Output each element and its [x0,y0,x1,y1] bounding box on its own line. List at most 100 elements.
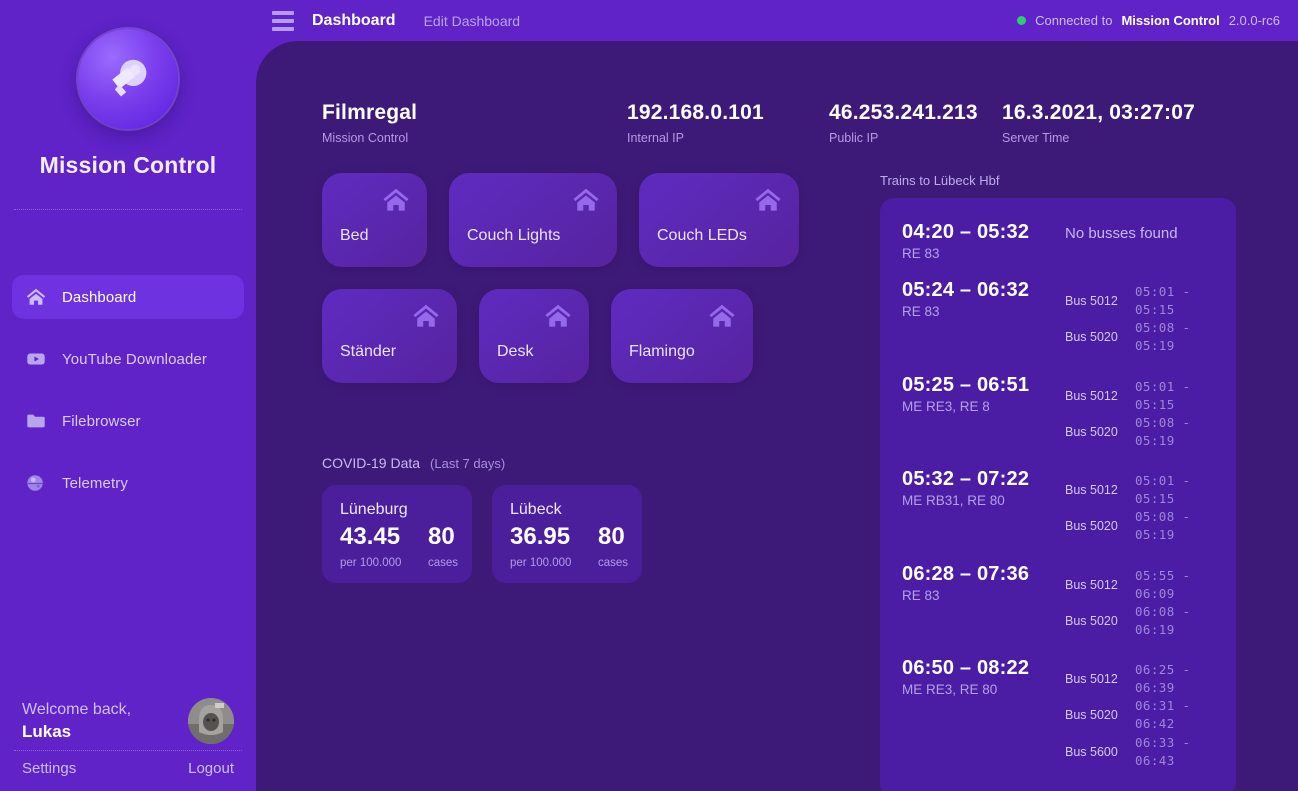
user-avatar[interactable] [188,698,234,744]
logout-link[interactable]: Logout [188,760,234,777]
bus-item: Bus 5012 05:01 - 05:15 [1065,378,1214,414]
bus-item: Bus 5020 06:08 - 06:19 [1065,603,1214,639]
settings-link[interactable]: Settings [22,760,76,777]
brand-logo [77,28,179,130]
planet-icon [24,471,48,495]
train-departure: 06:50 – 08:22 ME RE3, RE 80 [902,657,1065,697]
right-column: Trains to Lübeck Hbf 04:20 – 05:32 RE 83… [880,173,1236,791]
device-tile-label: Bed [340,227,369,244]
device-tile-bed[interactable]: Bed [322,173,427,267]
covid-incidence: 36.95 [510,523,571,550]
sidebar-item-youtube-downloader[interactable]: YouTube Downloader [12,337,244,381]
bus-times: 05:08 - 05:19 [1135,320,1191,354]
sidebar-divider-top [14,209,242,210]
stat-internal-ip: 192.168.0.101 Internal IP [627,101,829,145]
train-time: 06:28 – 07:36 [902,562,1030,585]
bus-times: 06:08 - 06:19 [1135,603,1191,637]
train-time: 05:32 – 07:22 [902,468,1030,490]
train-line: RE 83 [902,246,940,261]
covid-city: Lüneburg [340,501,408,518]
covid-values: 36.95 80 [510,523,625,551]
train-departure: 05:24 – 06:32 RE 83 [902,279,1065,319]
footer-links: Settings Logout [22,760,234,777]
hamburger-menu-icon[interactable] [266,8,300,34]
sidebar-item-telemetry[interactable]: Telemetry [12,461,244,505]
device-tile-couch-lights[interactable]: Couch Lights [449,173,617,267]
bus-name: Bus 5020 [1065,330,1118,345]
welcome-text: Welcome back, Lukas [22,699,131,744]
stat-label: Internal IP [627,131,684,145]
bus-item: Bus 5020 06:31 - 06:42 [1065,697,1214,733]
device-tile-label: Couch Lights [467,227,561,244]
device-tile-couch-leds[interactable]: Couch LEDs [639,173,799,267]
device-tiles: Bed Couch Lights Couch LEDs Ständer Desk… [322,173,822,383]
covid-cases: 80 [428,523,455,550]
covid-incidence: 43.45 [340,523,401,550]
bus-times: 05:08 - 05:19 [1135,509,1191,543]
trains-panel: 04:20 – 05:32 RE 83 No busses found 05:2… [880,198,1236,791]
welcome-row: Welcome back, Lukas [22,698,234,744]
stat-value: 192.168.0.101 [627,101,764,124]
table-row[interactable]: 05:25 – 06:51 ME RE3, RE 8 Bus 5012 05:0… [902,365,1214,460]
device-tile-flamingo[interactable]: Flamingo [611,289,753,383]
train-line: ME RE3, RE 80 [902,682,998,697]
bus-times: 05:08 - 05:19 [1135,414,1191,448]
train-line: RE 83 [902,587,940,603]
table-row[interactable]: 05:24 – 06:32 RE 83 Bus 5012 05:01 - 05:… [902,270,1214,365]
bus-name: Bus 5020 [1065,519,1118,534]
app-root: Mission Control Dashboard YouTube Downlo… [0,0,1298,791]
sidebar-item-dashboard[interactable]: Dashboard [12,275,244,319]
table-row[interactable]: 06:28 – 07:36 RE 83 Bus 5012 05:55 - 06:… [902,554,1214,649]
device-tile-staender[interactable]: Ständer [322,289,457,383]
bus-times: 05:01 - 05:15 [1135,473,1191,507]
stat-public-ip: 46.253.241.213 Public IP [829,101,1002,145]
stat-value: 46.253.241.213 [829,101,978,124]
sidebar-item-filebrowser[interactable]: Filebrowser [12,399,244,443]
train-departure: 06:28 – 07:36 RE 83 [902,563,1065,603]
home-icon [753,185,783,215]
trains-panel-label: Trains to Lübeck Hbf [880,173,1000,188]
stat-label: Mission Control [322,131,409,145]
bus-item: Bus 5012 05:01 - 05:15 [1065,283,1214,319]
bus-times: 06:25 - 06:39 [1135,662,1191,696]
connection-status: Connected to Mission Control 2.0.0-rc6 [1017,13,1280,28]
welcome-greeting: Welcome back, [22,701,132,719]
device-tile-label: Couch LEDs [657,227,747,244]
sidebar-item-label: YouTube Downloader [62,350,207,368]
device-tile-label: Flamingo [629,343,695,360]
status-version: 2.0.0-rc6 [1228,13,1280,28]
bus-connections: Bus 5012 05:01 - 05:15 Bus 5020 05:08 - … [1065,468,1214,545]
table-row[interactable]: 05:32 – 07:22 ME RB31, RE 80 Bus 5012 05… [902,459,1214,554]
sidebar-item-label: Telemetry [62,474,128,492]
stat-server-time: 16.3.2021, 03:27:07 Server Time [1002,101,1195,145]
bus-connections: Bus 5012 05:01 - 05:15 Bus 5020 05:08 - … [1065,374,1214,451]
sidebar-item-label: Filebrowser [62,412,141,430]
stat-hostname: Filmregal Mission Control [322,101,627,145]
covid-title: COVID-19 Data [322,455,421,471]
train-departure: 04:20 – 05:32 RE 83 [902,221,1065,261]
covid-section-header: COVID-19 Data (Last 7 days) [322,455,822,471]
bus-item: Bus 5012 05:55 - 06:09 [1065,567,1214,603]
table-row[interactable]: 06:50 – 08:22 ME RE3, RE 80 Bus 5012 06:… [902,648,1214,779]
covid-card-luebeck: Lübeck 36.95 80 per 100.000 cases [492,485,642,583]
covid-cases: 80 [598,523,625,550]
edit-dashboard-link[interactable]: Edit Dashboard [424,13,521,29]
table-row[interactable]: 04:20 – 05:32 RE 83 No busses found [902,212,1214,270]
video-play-icon [24,347,48,371]
device-tile-desk[interactable]: Desk [479,289,589,383]
satellite-dish-icon [78,29,178,129]
home-icon [24,285,48,309]
bus-item: Bus 5012 06:25 - 06:39 [1065,661,1214,697]
bus-item: Bus 5012 05:01 - 05:15 [1065,472,1214,508]
home-icon [381,185,411,215]
train-time: 04:20 – 05:32 [902,221,1030,243]
status-prefix: Connected to [1035,13,1113,28]
status-app-name: Mission Control [1121,13,1220,28]
covid-values: 43.45 80 [340,523,455,551]
bus-name: Bus 5020 [1065,708,1118,723]
header-stats: Filmregal Mission Control 192.168.0.101 … [256,41,1298,145]
covid-value-labels: per 100.000 cases [340,557,458,569]
stat-value: 16.3.2021, 03:27:07 [1002,101,1195,124]
topbar: Dashboard Edit Dashboard Connected to Mi… [256,0,1298,41]
bus-connections: Bus 5012 05:55 - 06:09 Bus 5020 06:08 - … [1065,563,1214,640]
